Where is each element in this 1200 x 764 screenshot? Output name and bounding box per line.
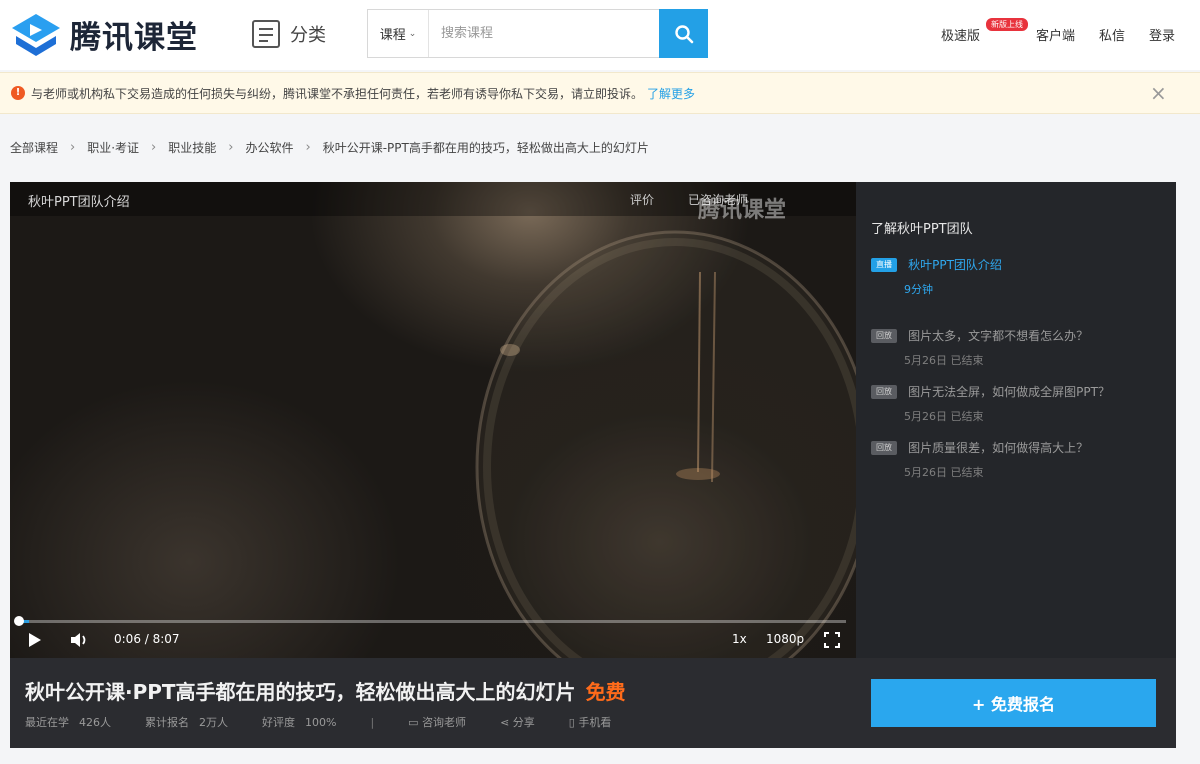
notice-text: 与老师或机构私下交易造成的任何损失与纠纷，腾讯课堂不承担任何责任，若老师有诱导你… bbox=[31, 85, 643, 102]
breadcrumb: 全部课程 › 职业·考证 › 职业技能 › 办公软件 › 秋叶公开课-PPT高手… bbox=[10, 139, 649, 156]
brand-name: 腾讯课堂 bbox=[70, 12, 198, 57]
share-icon: ⋖ bbox=[500, 716, 513, 729]
playlist-item-duration: 9分钟 bbox=[904, 281, 1161, 297]
chevron-right-icon: › bbox=[228, 140, 233, 155]
search-bar: 课程 ⌄ bbox=[367, 9, 708, 58]
breadcrumb-item[interactable]: 职业技能 bbox=[168, 139, 216, 156]
price-free: 免费 bbox=[586, 680, 626, 704]
course-title-text: 秋叶公开课·PPT高手都在用的技巧，轻松做出高大上的幻灯片 bbox=[25, 680, 576, 704]
video-title: 秋叶PPT团队介绍 bbox=[28, 191, 130, 210]
playlist-item[interactable]: 回放 图片无法全屏，如何做成全屏图PPT？ 5月26日 已结束 bbox=[871, 381, 1161, 424]
nav-client[interactable]: 客户端 bbox=[1036, 25, 1075, 44]
quality-button[interactable]: 1080p bbox=[766, 632, 804, 646]
playlist-item-title: 图片无法全屏，如何做成全屏图PPT？ bbox=[908, 385, 1110, 399]
consult-teacher-button[interactable]: ▭ 咨询老师 bbox=[408, 714, 466, 730]
nav-lite[interactable]: 极速版 bbox=[941, 25, 980, 44]
notice-bar: ! 与老师或机构私下交易造成的任何损失与纠纷，腾讯课堂不承担任何责任，若老师有诱… bbox=[0, 72, 1200, 114]
stat-total-enrolled: 累计报名2万人 bbox=[145, 714, 228, 730]
share-button[interactable]: ⋖ 分享 bbox=[500, 714, 535, 730]
stat-recent-learners: 最近在学426人 bbox=[25, 714, 111, 730]
playlist-item-date: 5月26日 已结束 bbox=[904, 352, 1161, 368]
logo-icon bbox=[10, 10, 62, 58]
breadcrumb-item[interactable]: 办公软件 bbox=[245, 139, 293, 156]
stat-rating: 好评度100% bbox=[262, 714, 336, 730]
replay-tag: 回放 bbox=[871, 385, 897, 399]
lightbulb-image bbox=[10, 182, 856, 658]
video-viewport[interactable]: 秋叶PPT团队介绍 评价 已咨询老师 腾讯课堂 0:06 / 8:07 1x 1… bbox=[10, 182, 856, 658]
search-input[interactable] bbox=[429, 10, 659, 57]
search-icon bbox=[674, 24, 694, 44]
playlist-item-title: 图片质量很差，如何做得高大上？ bbox=[908, 441, 1088, 455]
course-stats: 最近在学426人 累计报名2万人 好评度100% | ▭ 咨询老师 ⋖ 分享 ▯… bbox=[25, 714, 645, 730]
list-icon bbox=[252, 20, 280, 48]
new-badge: 新版上线 bbox=[984, 16, 1030, 33]
volume-icon[interactable] bbox=[70, 632, 90, 648]
fullscreen-icon[interactable] bbox=[824, 632, 840, 648]
chat-icon: ▭ bbox=[408, 716, 422, 729]
site-logo[interactable]: 腾讯课堂 bbox=[10, 10, 198, 58]
playlist-item-title: 图片太多，文字都不想看怎么办？ bbox=[908, 329, 1088, 343]
chevron-down-icon: ⌄ bbox=[409, 29, 417, 39]
phone-icon: ▯ bbox=[569, 716, 579, 729]
nav-messages[interactable]: 私信 bbox=[1099, 25, 1125, 44]
play-icon[interactable] bbox=[28, 632, 42, 648]
progress-bar[interactable] bbox=[18, 620, 846, 623]
course-info-bar: 秋叶公开课·PPT高手都在用的技巧，轻松做出高大上的幻灯片免费 最近在学426人… bbox=[10, 658, 1176, 748]
category-label: 分类 bbox=[290, 21, 326, 47]
close-icon[interactable]: × bbox=[1150, 83, 1167, 103]
replay-tag: 回放 bbox=[871, 441, 897, 455]
divider: | bbox=[370, 716, 374, 729]
search-button[interactable] bbox=[659, 9, 708, 58]
video-watermark: 腾讯课堂 bbox=[698, 192, 786, 224]
breadcrumb-current: 秋叶公开课-PPT高手都在用的技巧，轻松做出高大上的幻灯片 bbox=[323, 139, 649, 156]
free-signup-button[interactable]: + 免费报名 bbox=[871, 679, 1156, 727]
category-menu[interactable]: 分类 bbox=[252, 20, 326, 48]
search-type-label: 课程 bbox=[380, 24, 406, 43]
live-tag: 直播 bbox=[871, 258, 897, 272]
playlist-item-title: 秋叶PPT团队介绍 bbox=[908, 258, 1002, 272]
warning-icon: ! bbox=[11, 86, 25, 100]
course-player: 秋叶PPT团队介绍 评价 已咨询老师 腾讯课堂 0:06 / 8:07 1x 1… bbox=[10, 182, 1176, 748]
notice-learn-more-link[interactable]: 了解更多 bbox=[647, 85, 695, 102]
player-controls: 0:06 / 8:07 1x 1080p bbox=[10, 614, 856, 658]
mobile-watch-button[interactable]: ▯ 手机看 bbox=[569, 714, 612, 730]
chevron-right-icon: › bbox=[151, 140, 156, 155]
replay-tag: 回放 bbox=[871, 329, 897, 343]
chevron-right-icon: › bbox=[305, 140, 310, 155]
nav-login[interactable]: 登录 bbox=[1149, 25, 1175, 44]
playlist-item[interactable]: 直播 秋叶PPT团队介绍 9分钟 bbox=[871, 254, 1161, 297]
playlist-item-date: 5月26日 已结束 bbox=[904, 464, 1161, 480]
time-display: 0:06 / 8:07 bbox=[114, 632, 180, 646]
chevron-right-icon: › bbox=[70, 140, 75, 155]
playlist-item-date: 5月26日 已结束 bbox=[904, 408, 1161, 424]
breadcrumb-item[interactable]: 职业·考证 bbox=[87, 139, 139, 156]
course-title: 秋叶公开课·PPT高手都在用的技巧，轻松做出高大上的幻灯片免费 bbox=[25, 676, 626, 705]
speed-button[interactable]: 1x bbox=[732, 632, 747, 646]
playlist-item[interactable]: 回放 图片太多，文字都不想看怎么办？ 5月26日 已结束 bbox=[871, 325, 1161, 368]
top-header: 腾讯课堂 分类 课程 ⌄ 极速版 新版上线 客户端 私信 登录 bbox=[0, 0, 1200, 70]
progress-handle[interactable] bbox=[14, 616, 24, 626]
search-type-dropdown[interactable]: 课程 ⌄ bbox=[368, 10, 429, 57]
playlist-heading: 了解秋叶PPT团队 bbox=[871, 218, 973, 237]
breadcrumb-item[interactable]: 全部课程 bbox=[10, 139, 58, 156]
playlist-panel: 了解秋叶PPT团队 直播 秋叶PPT团队介绍 9分钟 回放 图片太多，文字都不想… bbox=[856, 182, 1176, 658]
playlist-item[interactable]: 回放 图片质量很差，如何做得高大上？ 5月26日 已结束 bbox=[871, 437, 1161, 480]
review-link[interactable]: 评价 bbox=[630, 191, 654, 208]
